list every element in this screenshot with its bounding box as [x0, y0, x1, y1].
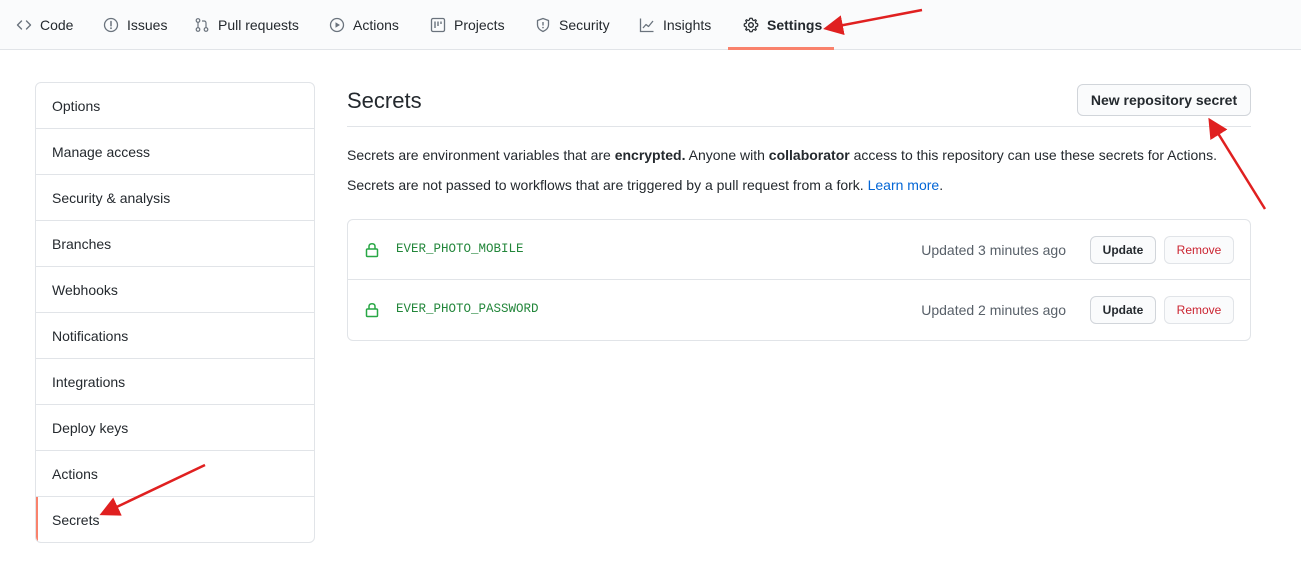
lock-icon: [365, 302, 379, 318]
secret-name: EVER_PHOTO_PASSWORD: [396, 302, 539, 316]
secret-row: EVER_PHOTO_MOBILE Updated 3 minutes ago …: [348, 220, 1250, 280]
tab-security[interactable]: Security: [535, 0, 610, 50]
issue-icon: [103, 17, 119, 33]
selected-tab-underline: [728, 47, 834, 50]
settings-sidebar: Options Manage access Security & analysi…: [35, 82, 315, 543]
secrets-list: EVER_PHOTO_MOBILE Updated 3 minutes ago …: [347, 219, 1251, 341]
desc-bold-encrypted: encrypted.: [614, 147, 686, 163]
sidebar-item-label: Webhooks: [52, 281, 118, 298]
tab-projects[interactable]: Projects: [430, 0, 505, 50]
repo-nav: Code Issues Pull requests Actions Projec…: [0, 0, 1301, 50]
sidebar-item-label: Branches: [52, 235, 112, 252]
tab-label: Actions: [353, 17, 399, 33]
sidebar-item-label: Actions: [52, 465, 98, 482]
sidebar-item-label: Security & analysis: [52, 189, 171, 206]
gear-icon: [743, 17, 759, 33]
code-icon: [16, 17, 32, 33]
remove-secret-button[interactable]: Remove: [1164, 236, 1234, 264]
secrets-description: Secrets are environment variables that a…: [347, 147, 1217, 163]
lock-icon: [365, 242, 379, 258]
sidebar-item-label: Integrations: [52, 373, 126, 390]
update-secret-button[interactable]: Update: [1090, 236, 1156, 264]
sidebar-item-actions[interactable]: Actions: [36, 451, 314, 497]
update-secret-button[interactable]: Update: [1090, 296, 1156, 324]
sidebar-item-security-analysis[interactable]: Security & analysis: [36, 175, 314, 221]
secret-row: EVER_PHOTO_PASSWORD Updated 2 minutes ag…: [348, 280, 1250, 340]
tab-label: Pull requests: [218, 17, 299, 33]
remove-secret-button[interactable]: Remove: [1164, 296, 1234, 324]
fork-note-text: Secrets are not passed to workflows that…: [347, 177, 868, 193]
graph-icon: [639, 17, 655, 33]
fork-note-end: .: [939, 177, 944, 193]
sidebar-item-webhooks[interactable]: Webhooks: [36, 267, 314, 313]
sidebar-item-label: Options: [52, 97, 101, 114]
shield-icon: [535, 17, 551, 33]
tab-code[interactable]: Code: [16, 0, 73, 50]
tab-insights[interactable]: Insights: [639, 0, 711, 50]
sidebar-item-label: Secrets: [52, 512, 100, 528]
tab-label: Issues: [127, 17, 168, 33]
project-icon: [430, 17, 446, 33]
annotation-arrow-new-secret: [1208, 117, 1267, 210]
desc-text: Anyone with: [685, 147, 769, 163]
sidebar-item-integrations[interactable]: Integrations: [36, 359, 314, 405]
fork-note: Secrets are not passed to workflows that…: [347, 177, 943, 193]
tab-actions[interactable]: Actions: [329, 0, 399, 50]
tab-label: Projects: [454, 17, 505, 33]
desc-bold-collaborator: collaborator: [768, 147, 850, 163]
divider: [347, 126, 1251, 127]
sidebar-item-options[interactable]: Options: [36, 83, 314, 129]
sidebar-item-secrets[interactable]: Secrets: [36, 497, 314, 542]
play-icon: [329, 17, 345, 33]
sidebar-item-notifications[interactable]: Notifications: [36, 313, 314, 359]
desc-text: access to this repository can use these …: [849, 147, 1217, 163]
sidebar-item-branches[interactable]: Branches: [36, 221, 314, 267]
learn-more-link[interactable]: Learn more: [868, 177, 940, 193]
tab-issues[interactable]: Issues: [103, 0, 167, 50]
secret-updated-time: Updated 2 minutes ago: [921, 302, 1066, 318]
page-title: Secrets: [347, 88, 422, 113]
secret-name: EVER_PHOTO_MOBILE: [396, 242, 524, 256]
tab-label: Security: [559, 17, 610, 33]
sidebar-item-label: Notifications: [52, 327, 129, 344]
sidebar-item-deploy-keys[interactable]: Deploy keys: [36, 405, 314, 451]
new-repository-secret-button[interactable]: New repository secret: [1077, 84, 1251, 116]
secret-updated-time: Updated 3 minutes ago: [921, 242, 1066, 258]
sidebar-item-label: Manage access: [52, 143, 151, 160]
pull-request-icon: [194, 17, 210, 33]
tab-settings[interactable]: Settings: [743, 0, 822, 50]
tab-label: Settings: [767, 17, 823, 33]
tab-label: Insights: [663, 17, 712, 33]
desc-text: Secrets are environment variables that a…: [347, 147, 615, 163]
tab-pull-requests[interactable]: Pull requests: [194, 0, 299, 50]
tab-label: Code: [40, 17, 74, 33]
sidebar-item-label: Deploy keys: [52, 419, 129, 436]
sidebar-item-manage-access[interactable]: Manage access: [36, 129, 314, 175]
